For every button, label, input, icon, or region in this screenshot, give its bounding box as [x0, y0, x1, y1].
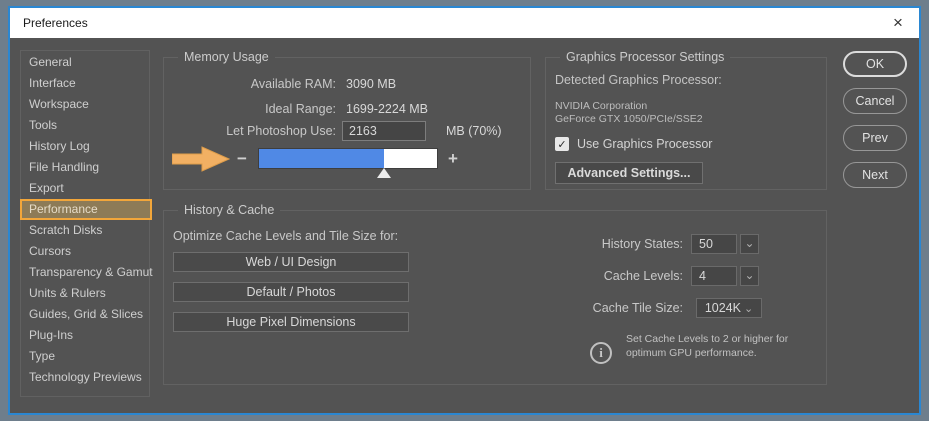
ideal-range-label: Ideal Range: [265, 102, 336, 116]
sidebar-item-guides-grid-slices[interactable]: Guides, Grid & Slices [21, 304, 149, 325]
memory-slider-minus-icon[interactable]: − [237, 148, 247, 169]
memory-usage-panel: Memory Usage Available RAM: 3090 MB Idea… [163, 50, 531, 190]
sidebar-item-type[interactable]: Type [21, 346, 149, 367]
preferences-dialog: Preferences × General Interface Workspac… [8, 6, 921, 415]
preferences-sidebar: General Interface Workspace Tools Histor… [20, 50, 153, 397]
gpu-model: GeForce GTX 1050/PCIe/SSE2 [555, 113, 703, 125]
info-text-line2: optimum GPU performance. [626, 347, 757, 359]
history-states-label: History States: [601, 237, 683, 251]
history-states-value[interactable]: 50 [691, 234, 737, 254]
memory-slider-fill [259, 149, 384, 168]
ok-button[interactable]: OK [843, 51, 907, 77]
use-gpu-checkbox[interactable]: ✓ [555, 137, 569, 151]
history-states-row: History States: 50 ⌄ [164, 234, 826, 254]
memory-slider-thumb[interactable] [376, 168, 391, 178]
next-button[interactable]: Next [843, 162, 907, 188]
gpu-vendor: NVIDIA Corporation [555, 100, 648, 112]
available-ram-label: Available RAM: [250, 77, 336, 91]
memory-slider-plus-icon[interactable]: + [448, 148, 458, 169]
sidebar-item-history-log[interactable]: History Log [21, 136, 149, 157]
cache-levels-value[interactable]: 4 [691, 266, 737, 286]
close-icon[interactable]: × [877, 8, 919, 38]
available-ram-row: Available RAM: 3090 MB [164, 74, 530, 94]
sidebar-item-tools[interactable]: Tools [21, 115, 149, 136]
ideal-range-value: 1699-2224 MB [346, 102, 429, 116]
sidebar-item-plug-ins[interactable]: Plug-Ins [21, 325, 149, 346]
sidebar-item-interface[interactable]: Interface [21, 73, 149, 94]
sidebar-item-units-rulers[interactable]: Units & Rulers [21, 283, 149, 304]
annotation-arrow-icon [172, 146, 230, 172]
memory-usage-title: Memory Usage [178, 50, 275, 64]
history-states-chevron-down-icon[interactable]: ⌄ [740, 234, 759, 254]
available-ram-value: 3090 MB [346, 77, 397, 91]
sidebar-item-performance[interactable]: Performance [20, 199, 152, 220]
info-text-line1: Set Cache Levels to 2 or higher for [626, 333, 789, 345]
cache-tile-size-label: Cache Tile Size: [592, 301, 683, 315]
let-photoshop-use-row: Let Photoshop Use: MB (70%) [164, 121, 530, 141]
let-photoshop-use-label: Let Photoshop Use: [226, 124, 336, 138]
ideal-range-row: Ideal Range: 1699-2224 MB [164, 99, 530, 119]
use-gpu-label: Use Graphics Processor [577, 137, 713, 151]
advanced-settings-button[interactable]: Advanced Settings... [555, 162, 703, 184]
cancel-button[interactable]: Cancel [843, 88, 907, 114]
sidebar-item-general[interactable]: General [21, 52, 149, 73]
dialog-content: General Interface Workspace Tools Histor… [10, 38, 919, 413]
sidebar-item-scratch-disks[interactable]: Scratch Disks [21, 220, 149, 241]
memory-suffix-label: MB (70%) [446, 124, 502, 138]
sidebar-item-technology-previews[interactable]: Technology Previews [21, 367, 149, 388]
sidebar-item-export[interactable]: Export [21, 178, 149, 199]
sidebar-item-file-handling[interactable]: File Handling [21, 157, 149, 178]
history-cache-panel: History & Cache Optimize Cache Levels an… [163, 203, 827, 385]
cache-levels-label: Cache Levels: [603, 269, 683, 283]
cache-tile-size-row: Cache Tile Size: 1024K ⌄ [164, 298, 826, 318]
prev-button[interactable]: Prev [843, 125, 907, 151]
sidebar-item-cursors[interactable]: Cursors [21, 241, 149, 262]
window-title: Preferences [23, 16, 88, 30]
cache-tile-chevron-down-icon: ⌄ [743, 303, 754, 315]
title-bar: Preferences × [10, 8, 919, 38]
cache-levels-chevron-down-icon[interactable]: ⌄ [740, 266, 759, 286]
graphics-processor-title: Graphics Processor Settings [560, 50, 731, 64]
cache-tile-size-select[interactable]: 1024K ⌄ [696, 298, 762, 318]
cache-tile-size-value: 1024K [704, 301, 741, 315]
sidebar-item-transparency-gamut[interactable]: Transparency & Gamut [21, 262, 153, 283]
cache-levels-row: Cache Levels: 4 ⌄ [164, 266, 826, 286]
info-icon: i [590, 342, 612, 364]
detected-gpu-label: Detected Graphics Processor: [555, 73, 722, 87]
history-cache-title: History & Cache [178, 203, 281, 217]
graphics-processor-panel: Graphics Processor Settings Detected Gra… [545, 50, 827, 190]
sidebar-item-workspace[interactable]: Workspace [21, 94, 149, 115]
memory-slider[interactable] [258, 148, 438, 178]
memory-amount-input[interactable] [342, 121, 426, 141]
use-gpu-row: ✓ Use Graphics Processor [555, 136, 712, 152]
